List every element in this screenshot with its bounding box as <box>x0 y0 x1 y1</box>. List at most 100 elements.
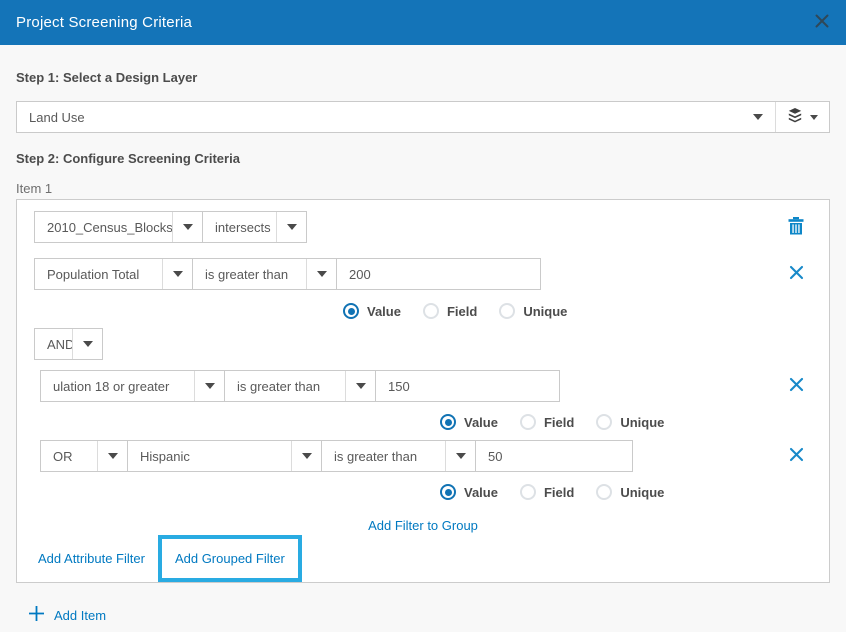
spatial-filter-row: 2010_Census_Blocks intersects <box>34 211 812 243</box>
chevron-down-icon <box>306 259 336 289</box>
tutorial-highlight-box: Add Grouped Filter <box>158 535 302 582</box>
gfilter2-value-input[interactable] <box>475 440 633 472</box>
group-conjunction-value: AND <box>35 337 72 352</box>
layers-icon <box>787 108 803 126</box>
layer-options-button[interactable] <box>775 102 829 132</box>
add-attribute-filter-link[interactable]: Add Attribute Filter <box>38 551 145 566</box>
filter1-field-select[interactable]: Population Total <box>34 258 193 290</box>
radio-unique-label: Unique <box>620 485 664 500</box>
radio-field[interactable]: Field <box>520 484 574 500</box>
radio-unselected-icon <box>596 484 612 500</box>
radio-unselected-icon <box>499 303 515 319</box>
dialog-title: Project Screening Criteria <box>16 14 192 31</box>
radio-unique-label: Unique <box>523 304 567 319</box>
plus-icon <box>28 605 45 625</box>
gfilter1-value-type-group: Value Field Unique <box>440 414 812 430</box>
x-icon <box>789 447 804 465</box>
x-icon <box>789 265 804 283</box>
radio-unselected-icon <box>520 484 536 500</box>
radio-unselected-icon <box>596 414 612 430</box>
chevron-down-icon <box>445 441 475 471</box>
dialog-header: Project Screening Criteria <box>0 0 846 45</box>
gfilter1-value-input[interactable] <box>375 370 560 402</box>
add-filter-to-group-link[interactable]: Add Filter to Group <box>368 518 478 533</box>
radio-unique[interactable]: Unique <box>596 484 664 500</box>
grouped-filter-row: ulation 18 or greater is greater than <box>40 370 812 402</box>
radio-unique[interactable]: Unique <box>499 303 567 319</box>
radio-value[interactable]: Value <box>440 484 498 500</box>
gfilter2-operator-value: is greater than <box>322 449 445 464</box>
chevron-down-icon <box>194 371 224 401</box>
step2-label: Step 2: Configure Screening Criteria <box>16 151 830 166</box>
add-filter-to-group-row: Add Filter to Group <box>34 518 812 533</box>
remove-gfilter1-button[interactable] <box>787 375 806 397</box>
gfilter2-value-type-group: Value Field Unique <box>440 484 812 500</box>
gfilter2-operator-select[interactable]: is greater than <box>321 440 476 472</box>
radio-value-label: Value <box>464 485 498 500</box>
add-grouped-filter-link[interactable]: Add Grouped Filter <box>175 551 285 566</box>
gfilter2-conjunction-value: OR <box>41 449 97 464</box>
item1-panel: 2010_Census_Blocks intersects <box>16 199 830 583</box>
design-layer-select[interactable]: Land Use <box>16 101 830 133</box>
radio-value[interactable]: Value <box>440 414 498 430</box>
filter1-field-value: Population Total <box>35 267 162 282</box>
gfilter2-conjunction-select[interactable]: OR <box>40 440 128 472</box>
spatial-operator-value: intersects <box>203 220 276 235</box>
filter1-value-type-group: Value Field Unique <box>343 303 812 319</box>
remove-gfilter2-button[interactable] <box>787 445 806 467</box>
chevron-down-icon <box>345 371 375 401</box>
filter1-operator-value: is greater than <box>193 267 306 282</box>
chevron-down-icon <box>276 212 306 242</box>
gfilter1-operator-select[interactable]: is greater than <box>224 370 376 402</box>
x-icon <box>789 377 804 395</box>
filter1-operator-select[interactable]: is greater than <box>192 258 337 290</box>
add-item-label: Add Item <box>54 608 106 623</box>
item1-label: Item 1 <box>16 181 830 196</box>
close-icon <box>814 13 830 32</box>
chevron-down-icon <box>97 441 127 471</box>
gfilter2-field-value: Hispanic <box>128 449 291 464</box>
radio-unique[interactable]: Unique <box>596 414 664 430</box>
chevron-down-icon <box>291 441 321 471</box>
radio-selected-icon <box>440 484 456 500</box>
dialog-body: Step 1: Select a Design Layer Land Use S… <box>0 70 846 625</box>
radio-field[interactable]: Field <box>520 414 574 430</box>
grouped-filter-row: OR Hispanic is greater than <box>40 440 812 472</box>
close-button[interactable] <box>814 13 830 32</box>
group-conjunction-row: AND <box>34 328 812 360</box>
add-item-button[interactable]: Add Item <box>28 605 830 625</box>
gfilter1-operator-value: is greater than <box>225 379 345 394</box>
radio-unselected-icon <box>423 303 439 319</box>
radio-value-label: Value <box>367 304 401 319</box>
chevron-down-icon <box>741 102 775 132</box>
attribute-filter-row: Population Total is greater than <box>34 258 812 290</box>
chevron-down-icon <box>162 259 192 289</box>
radio-field-label: Field <box>544 485 574 500</box>
radio-selected-icon <box>343 303 359 319</box>
remove-filter1-button[interactable] <box>787 263 806 285</box>
chevron-down-icon <box>172 212 202 242</box>
step1-label: Step 1: Select a Design Layer <box>16 70 830 85</box>
gfilter2-field-select[interactable]: Hispanic <box>127 440 322 472</box>
radio-field[interactable]: Field <box>423 303 477 319</box>
gfilter1-field-value: ulation 18 or greater <box>41 379 194 394</box>
radio-value[interactable]: Value <box>343 303 401 319</box>
radio-unselected-icon <box>520 414 536 430</box>
delete-item-button[interactable] <box>786 215 806 240</box>
target-layer-select[interactable]: 2010_Census_Blocks <box>34 211 203 243</box>
filter1-value-input[interactable] <box>336 258 541 290</box>
radio-value-label: Value <box>464 415 498 430</box>
radio-field-label: Field <box>544 415 574 430</box>
filter-actions-row: Add Attribute Filter Add Grouped Filter <box>34 535 812 582</box>
chevron-down-icon <box>810 115 818 120</box>
design-layer-value: Land Use <box>17 110 741 125</box>
chevron-down-icon <box>72 329 102 359</box>
gfilter1-field-select[interactable]: ulation 18 or greater <box>40 370 225 402</box>
radio-unique-label: Unique <box>620 415 664 430</box>
radio-field-label: Field <box>447 304 477 319</box>
spatial-operator-select[interactable]: intersects <box>202 211 307 243</box>
group-conjunction-select[interactable]: AND <box>34 328 103 360</box>
radio-selected-icon <box>440 414 456 430</box>
target-layer-value: 2010_Census_Blocks <box>35 220 172 235</box>
trash-icon <box>788 217 804 238</box>
